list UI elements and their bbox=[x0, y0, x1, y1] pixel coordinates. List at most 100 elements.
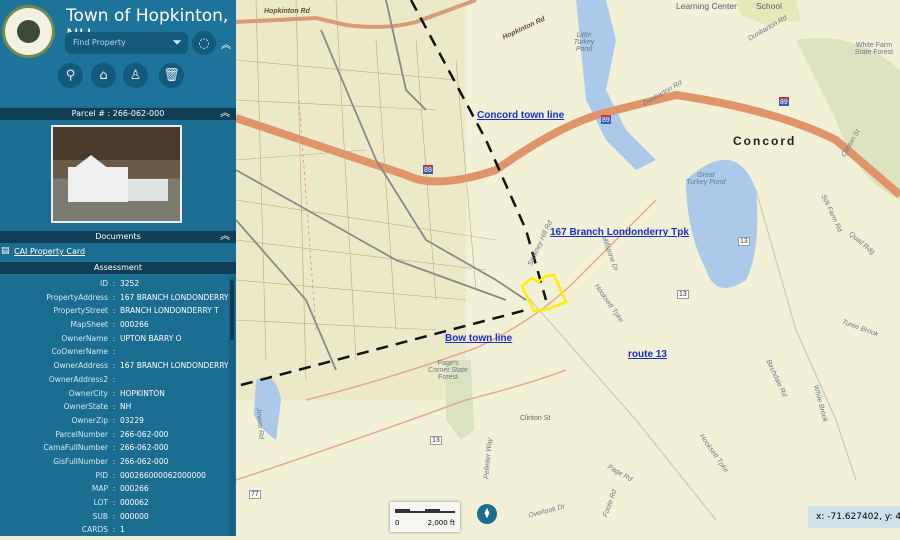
coordinate-readout: x: -71.627402, y: 43 bbox=[808, 506, 900, 528]
lasso-select-icon[interactable]: ◌ bbox=[192, 31, 216, 55]
neighborhood-icon[interactable]: ⌂ bbox=[91, 63, 116, 88]
route-13-shield: 13 bbox=[738, 237, 750, 246]
field-label: PropertyStreet bbox=[53, 306, 108, 316]
field-value: 266-062-000 bbox=[120, 456, 169, 466]
field-value: 000000 bbox=[120, 511, 149, 521]
field-value: 266-062-000 bbox=[120, 443, 169, 453]
place-label: Little Turkey Pond bbox=[573, 32, 595, 53]
field-label: OwnerZip bbox=[71, 415, 108, 425]
collapse-header-icon[interactable]: ︽ bbox=[221, 36, 231, 51]
field-value bbox=[120, 373, 228, 387]
assessment-header[interactable]: Assessment bbox=[0, 262, 236, 274]
field-value: HOPKINTON bbox=[120, 388, 165, 398]
documents-header[interactable]: Documents ︽ bbox=[0, 231, 236, 243]
learning-center-label: Learning Center bbox=[676, 1, 737, 11]
separator: : bbox=[112, 443, 116, 453]
assessment-row: OwnerZip:03229 bbox=[0, 414, 228, 428]
person-pin-icon[interactable]: ♙ bbox=[123, 63, 148, 88]
field-value: 000266 bbox=[120, 484, 149, 494]
field-label: PID bbox=[95, 470, 108, 480]
field-value: 03229 bbox=[120, 415, 144, 425]
property-photo bbox=[51, 125, 182, 223]
separator: : bbox=[112, 456, 116, 466]
document-icon: ▤ bbox=[1, 246, 10, 256]
field-label: CARDS bbox=[81, 525, 108, 535]
field-value: 000062 bbox=[120, 498, 149, 507]
field-label: OwnerCity bbox=[68, 388, 108, 398]
field-label: OwnerAddress bbox=[53, 361, 108, 371]
assessment-row: SUB:000000 bbox=[0, 510, 228, 524]
compass-icon[interactable]: ⧫ bbox=[477, 504, 497, 524]
field-label: ParcelNumber bbox=[55, 429, 108, 439]
field-label: CoOwnerName bbox=[51, 347, 108, 357]
field-label: CamaFullNumber bbox=[43, 443, 108, 453]
field-label: OwnerName bbox=[61, 333, 108, 343]
town-seal-logo bbox=[2, 5, 55, 58]
route-13-shield: 13 bbox=[430, 436, 442, 445]
field-value: BRANCH LONDONDERRY T bbox=[120, 306, 219, 316]
parcel-header[interactable]: Parcel # : 266-062-000 ︽ bbox=[0, 108, 236, 120]
field-label: GisFullNumber bbox=[53, 456, 108, 466]
assessment-row: GisFullNumber:266-062-000 bbox=[0, 455, 228, 469]
documents-title: Documents bbox=[95, 232, 141, 241]
separator: : bbox=[112, 347, 116, 357]
road-label: Clinton St bbox=[520, 415, 551, 422]
sidebar: Town of Hopkinton, NH Find Property⏷ ◌ ︽… bbox=[0, 0, 236, 536]
field-value: 167 BRANCH LONDONDERRY T... bbox=[120, 361, 228, 371]
separator: : bbox=[112, 320, 116, 330]
map-view[interactable]: Little Turkey Pond Great Turkey Pond Whi… bbox=[234, 0, 900, 536]
separator: : bbox=[112, 415, 116, 425]
assessment-title: Assessment bbox=[94, 263, 142, 272]
separator: : bbox=[112, 361, 116, 371]
field-value: UPTON BARRY O bbox=[120, 333, 182, 343]
separator: : bbox=[112, 470, 116, 480]
scrollbar-thumb[interactable] bbox=[230, 280, 234, 340]
field-label: SUB bbox=[92, 511, 108, 521]
field-value: 1 bbox=[120, 525, 125, 535]
field-label: OwnerAddress2 bbox=[48, 374, 108, 384]
map-canvas[interactable] bbox=[234, 0, 900, 536]
app-header: Town of Hopkinton, NH Find Property⏷ ◌ ︽… bbox=[0, 0, 236, 106]
search-icon[interactable]: ⚲ bbox=[58, 63, 83, 88]
i89-shield: 89 bbox=[601, 115, 611, 124]
route-13-annotation: route 13 bbox=[628, 349, 667, 360]
scale-zero: 0 bbox=[395, 519, 400, 527]
field-value: 000266 bbox=[120, 320, 149, 330]
i89-shield: 89 bbox=[423, 165, 433, 174]
assessment-row: MAP:000266 bbox=[0, 482, 228, 496]
field-label: LOT bbox=[93, 498, 108, 507]
school-label: School bbox=[756, 1, 782, 11]
parcel-title: Parcel # : 266-062-000 bbox=[71, 109, 165, 118]
collapse-icon[interactable]: ︽ bbox=[220, 231, 230, 243]
separator: : bbox=[112, 374, 116, 384]
address-annotation: 167 Branch Londonderry Tpk bbox=[550, 227, 689, 238]
separator: : bbox=[112, 429, 116, 439]
filter-icon[interactable]: ⏷ bbox=[172, 35, 182, 50]
field-value: 3252 bbox=[120, 279, 140, 288]
assessment-row: OwnerCity: HOPKINTON bbox=[0, 387, 228, 401]
road-label: Hopkinton Rd bbox=[264, 8, 310, 15]
cai-property-card-link[interactable]: CAI Property Card bbox=[14, 247, 85, 256]
assessment-table: ID:3252 PropertyAddress:167 BRANCH LONDON… bbox=[0, 277, 228, 536]
assessment-row: ID:3252 bbox=[0, 277, 228, 291]
route-77-shield: 77 bbox=[249, 490, 261, 499]
search-placeholder: Find Property bbox=[73, 38, 126, 47]
find-property-input[interactable]: Find Property ⏷ bbox=[65, 32, 188, 54]
assessment-row: OwnerState: NH bbox=[0, 400, 228, 414]
scale-bar-graphic bbox=[395, 509, 455, 513]
concord-label: Concord bbox=[733, 134, 797, 148]
separator: : bbox=[112, 388, 116, 398]
assessment-row: CARDS:1 bbox=[0, 523, 228, 536]
collapse-icon[interactable]: ︽ bbox=[220, 108, 230, 120]
assessment-row: CamaFullNumber:266-062-000 bbox=[0, 441, 228, 455]
separator: : bbox=[112, 333, 116, 343]
field-label: MAP bbox=[91, 484, 108, 494]
trash-icon[interactable]: 🗑 bbox=[159, 63, 184, 88]
assessment-row: CoOwnerName: bbox=[0, 345, 228, 359]
assessment-row: PropertyAddress:167 BRANCH LONDONDERRY T bbox=[0, 291, 228, 305]
place-label: White Farm State Forest bbox=[854, 42, 894, 56]
assessment-row: MapSheet:000266 bbox=[0, 318, 228, 332]
route-13-shield: 13 bbox=[677, 290, 689, 299]
assessment-row: ParcelNumber:266-062-000 bbox=[0, 428, 228, 442]
field-label: OwnerState bbox=[63, 402, 108, 412]
